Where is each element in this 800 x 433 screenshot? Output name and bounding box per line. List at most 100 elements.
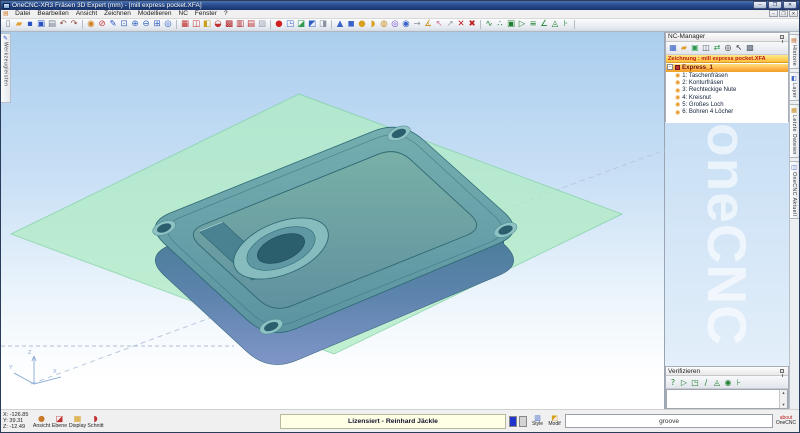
menu-item[interactable]: Zeichnen <box>101 10 135 18</box>
monitor-green-icon[interactable]: ▣ <box>690 42 700 53</box>
direction-arrow-icon[interactable]: → <box>412 19 422 30</box>
tree-collapse-icon[interactable]: − <box>667 64 673 70</box>
open-folder-icon[interactable]: ▰ <box>14 19 24 30</box>
view-iso-icon[interactable]: ◒ <box>213 19 223 30</box>
menu-item[interactable]: Fenster <box>191 10 220 18</box>
solid-sphere-icon[interactable]: ● <box>357 19 367 30</box>
tab-letzte-dateien[interactable]: ▦ Letzte Dateien <box>790 104 800 158</box>
nc-post-icon[interactable]: ≡ <box>528 19 538 30</box>
undo-icon[interactable]: ↶ <box>58 19 68 30</box>
active-color-swatch[interactable] <box>509 416 517 427</box>
print-icon[interactable]: ▤ <box>47 19 57 30</box>
tab-historie[interactable]: ▤ Historie <box>790 34 800 69</box>
viewport-quad-icon[interactable]: ▤ <box>246 19 256 30</box>
menu-item[interactable]: Datei <box>12 10 34 18</box>
tree-operation-item[interactable]: ◉ 2: Konturfräsen <box>666 79 788 86</box>
verify-run-icon[interactable]: ▷ <box>679 377 689 388</box>
pin-icon[interactable] <box>780 35 784 39</box>
save-icon[interactable]: ▪ <box>25 19 35 30</box>
shade-on-icon[interactable]: ◪ <box>296 19 306 30</box>
layer-manager-icon[interactable]: ◳ <box>285 19 295 30</box>
measure-angle-icon[interactable]: ∡ <box>423 19 433 30</box>
tree-operation-item[interactable]: ◉ 5: Großes Loch <box>666 101 788 108</box>
nc-measure-icon[interactable]: ∠ <box>539 19 549 30</box>
about-onecnc[interactable]: about OneCNC <box>775 416 797 427</box>
redo-icon[interactable]: ↷ <box>69 19 79 30</box>
torus-gold-icon[interactable]: ◍ <box>379 19 389 30</box>
nc-manager-header[interactable]: NC-Manager <box>666 33 788 42</box>
menu-item[interactable]: Ansicht <box>72 10 100 18</box>
tab-layer[interactable]: ◧ Layer <box>790 72 800 101</box>
verify-slope-icon[interactable]: ∕ <box>701 377 711 388</box>
zoom-in-icon[interactable]: ⊕ <box>130 19 140 30</box>
tree-operation-item[interactable]: ◉ 3: Rechteckige Nute <box>666 87 788 94</box>
viewport-split-icon[interactable]: ▥ <box>235 19 245 30</box>
nc-points-icon[interactable]: ∴ <box>495 19 505 30</box>
save-copy-icon[interactable]: ▣ <box>36 19 46 30</box>
tree-operation-item[interactable]: ◉ 6: Bohren 4 Löcher <box>666 108 788 115</box>
zoom-selected-icon[interactable]: ◎ <box>163 19 173 30</box>
menu-item[interactable]: NC <box>175 10 191 18</box>
menu-item[interactable]: ? <box>220 10 231 18</box>
stop-icon[interactable]: ● <box>274 19 284 30</box>
display-button[interactable]: ▦ Display <box>69 414 86 429</box>
verify-target-icon[interactable]: ◉ <box>723 377 733 388</box>
secondary-color-swatch[interactable] <box>519 416 527 427</box>
viewport-grid-icon[interactable]: ▩ <box>224 19 234 30</box>
wireframe-icon[interactable]: ◨ <box>318 19 328 30</box>
job-grid-icon[interactable]: ▦ <box>668 42 678 53</box>
binoculars-icon[interactable]: ◎ <box>723 42 733 53</box>
minimize-button[interactable]: – <box>753 1 767 9</box>
mdi-minimize-button[interactable]: – <box>769 10 778 17</box>
maximize-button[interactable]: ❐ <box>768 1 782 9</box>
ebene-button[interactable]: ◪ Ebene <box>51 414 68 429</box>
delete-x-icon[interactable]: ✕ <box>456 19 466 30</box>
verify-list[interactable]: ▴ ▾ <box>666 389 788 409</box>
zoom-window-icon[interactable]: ⊡ <box>119 19 129 30</box>
viewport-cascade-icon[interactable]: ▨ <box>257 19 267 30</box>
monitor-dark-icon[interactable]: ◫ <box>701 42 711 53</box>
orbit-icon[interactable]: ◉ <box>86 19 96 30</box>
view-front-icon[interactable]: ◫ <box>191 19 201 30</box>
nc-simulate-icon[interactable]: ▷ <box>517 19 527 30</box>
ansicht-button[interactable]: ● Ansicht <box>33 414 50 429</box>
pin-icon[interactable] <box>780 369 784 373</box>
verify-help-icon[interactable]: ? <box>668 377 678 388</box>
model-canvas[interactable]: Z X Y <box>1 32 665 412</box>
view-top-icon[interactable]: ▦ <box>180 19 190 30</box>
toolbars-side-tab[interactable]: ✎ Werkzeugleisten <box>1 33 11 103</box>
solid-cylinder-icon[interactable]: ◼ <box>346 19 356 30</box>
command-input[interactable] <box>565 414 773 428</box>
mdi-restore-button[interactable]: ❐ <box>779 10 788 17</box>
zoom-extents-icon[interactable]: ⊞ <box>152 19 162 30</box>
torus-blue-icon[interactable]: ◉ <box>401 19 411 30</box>
swap-arrows-icon[interactable]: ⇄ <box>712 42 722 53</box>
schnitt-button[interactable]: ◗ Schnitt <box>87 414 104 429</box>
verify-header[interactable]: Verifizieren <box>666 367 788 376</box>
shade-edges-icon[interactable]: ◩ <box>307 19 317 30</box>
next-arrow-icon[interactable]: ↗ <box>445 19 455 30</box>
move-arrows-icon[interactable]: ↖ <box>434 19 444 30</box>
view-side-icon[interactable]: ◧ <box>202 19 212 30</box>
tab-onecnc-aktuell[interactable]: ◫ OneCNC Aktuell <box>790 161 800 219</box>
display-grid-icon[interactable]: ▩ <box>745 42 755 53</box>
menu-item[interactable]: Modellieren <box>134 10 175 18</box>
close-button[interactable]: ✕ <box>783 1 797 9</box>
modif-button[interactable]: ◩ Modif <box>547 414 562 428</box>
verify-cycle-icon[interactable]: ◬ <box>712 377 722 388</box>
torus-violet-icon[interactable]: ◎ <box>390 19 400 30</box>
folder-jobs-icon[interactable]: ▰ <box>679 42 689 53</box>
verify-scrollbar[interactable]: ▴ ▾ <box>779 390 787 408</box>
solid-cone-icon[interactable]: ▲ <box>335 19 345 30</box>
zoom-previous-icon[interactable]: ⊘ <box>97 19 107 30</box>
tree-root-express1[interactable]: − Express_1 <box>666 64 788 73</box>
mdi-close-button[interactable]: ✕ <box>789 10 798 17</box>
cancel-x-icon[interactable]: ✖ <box>467 19 477 30</box>
nc-tree-icon[interactable]: ⊦ <box>561 19 571 30</box>
tree-operation-item[interactable]: ◉ 4: Kreisnut <box>666 94 788 101</box>
select-cursor-icon[interactable]: ↖ <box>734 42 744 53</box>
verify-tree-icon[interactable]: ⊦ <box>734 377 744 388</box>
menu-item[interactable]: Bearbeiten <box>34 10 72 18</box>
nc-verify-icon[interactable]: ▣ <box>506 19 516 30</box>
solid-bowl-icon[interactable]: ◗ <box>368 19 378 30</box>
